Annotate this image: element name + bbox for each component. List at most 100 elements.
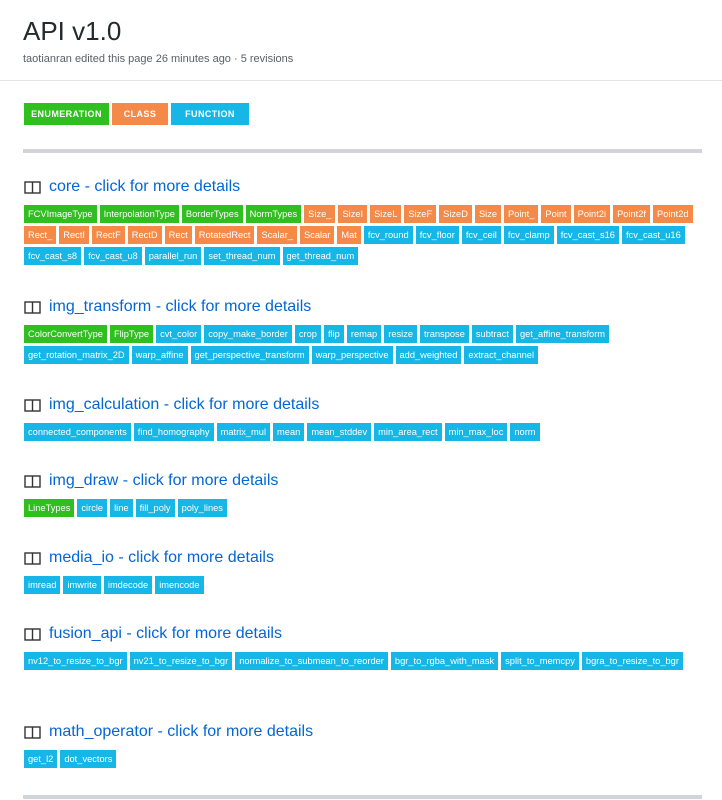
api-tag-func[interactable]: fcv_cast_u16 — [621, 226, 685, 244]
api-tag-func[interactable]: copy_make_border — [204, 325, 292, 343]
api-tag-func[interactable]: matrix_mul — [216, 423, 271, 441]
legend-function: FUNCTION — [171, 103, 249, 125]
section-link[interactable]: img_draw - click for more details — [49, 472, 278, 490]
book-icon — [24, 474, 41, 488]
legend: ENUMERATION CLASS FUNCTION — [24, 103, 249, 125]
api-tag-class[interactable]: Size_ — [304, 205, 336, 223]
api-tag-func[interactable]: subtract — [471, 325, 513, 343]
api-tag-func[interactable]: nv12_to_resize_to_bgr — [24, 652, 127, 670]
api-tag-class[interactable]: Point — [541, 205, 571, 223]
section-link[interactable]: math_operator - click for more details — [49, 723, 313, 741]
api-tag-func[interactable]: circle — [77, 499, 108, 517]
api-tag-func[interactable]: min_area_rect — [374, 423, 442, 441]
api-tag-func[interactable]: get_affine_transform — [515, 325, 610, 343]
section-img-draw: img_draw - click for more details LineTyp… — [24, 470, 704, 517]
api-tag-func[interactable]: poly_lines — [177, 499, 227, 517]
api-tag-class[interactable]: Point2d — [653, 205, 693, 223]
api-tag-list: ColorConvertType FlipType cvt_color copy_ma… — [24, 325, 704, 364]
api-tag-func[interactable]: norm — [510, 423, 540, 441]
api-tag-func[interactable]: resize — [384, 325, 418, 343]
api-tag-func[interactable]: bgr_to_rgba_with_mask — [390, 652, 499, 670]
section-media-io: media_io - click for more details imread i… — [24, 547, 704, 594]
api-tag-func[interactable]: cvt_color — [156, 325, 202, 343]
legend-enumeration: ENUMERATION — [24, 103, 109, 125]
api-tag-func[interactable]: get_l2 — [24, 750, 58, 768]
api-tag-func[interactable]: get_rotation_matrix_2D — [24, 346, 129, 364]
api-tag-enum[interactable]: BorderTypes — [181, 205, 243, 223]
section-header: fusion_api - click for more details — [24, 623, 704, 645]
api-tag-class[interactable]: RotatedRect — [194, 226, 255, 244]
api-tag-class[interactable]: Size — [474, 205, 502, 223]
api-tag-list: FCVImageType InterpolationType BorderTypes… — [24, 205, 704, 265]
api-tag-func[interactable]: mean_stddev — [307, 423, 372, 441]
api-tag-func[interactable]: min_max_loc — [444, 423, 508, 441]
api-tag-func[interactable]: transpose — [420, 325, 469, 343]
section-header: math_operator - click for more details — [24, 721, 704, 743]
api-tag-func[interactable]: imencode — [155, 576, 204, 594]
api-tag-func[interactable]: dot_vectors — [60, 750, 117, 768]
api-tag-func[interactable]: get_thread_num — [282, 247, 359, 265]
api-tag-func[interactable]: fcv_cast_s8 — [24, 247, 82, 265]
api-tag-func[interactable]: parallel_run — [144, 247, 202, 265]
api-tag-class[interactable]: Rect_ — [24, 226, 57, 244]
api-tag-func[interactable]: imread — [24, 576, 61, 594]
api-tag-enum[interactable]: FCVImageType — [24, 205, 97, 223]
api-tag-func[interactable]: set_thread_num — [204, 247, 280, 265]
section-fusion-api: fusion_api - click for more details nv12_… — [24, 623, 704, 670]
section-link[interactable]: img_calculation - click for more details — [49, 396, 319, 414]
api-tag-func[interactable]: imwrite — [63, 576, 101, 594]
api-tag-class[interactable]: SizeF — [404, 205, 437, 223]
api-tag-func[interactable]: warp_affine — [131, 346, 188, 364]
api-tag-enum[interactable]: FlipType — [109, 325, 154, 343]
api-tag-func[interactable]: remap — [346, 325, 382, 343]
api-tag-func[interactable]: fcv_floor — [415, 226, 459, 244]
api-tag-func[interactable]: mean — [273, 423, 305, 441]
api-tag-func[interactable]: connected_components — [24, 423, 131, 441]
api-tag-class[interactable]: Scalar — [299, 226, 335, 244]
api-tag-func[interactable]: add_weighted — [395, 346, 462, 364]
api-tag-class[interactable]: Point2i — [573, 205, 611, 223]
api-tag-class[interactable]: RectD — [127, 226, 162, 244]
api-tag-func[interactable]: fcv_clamp — [503, 226, 554, 244]
book-icon — [24, 180, 41, 194]
api-tag-func[interactable]: nv21_to_resize_to_bgr — [129, 652, 233, 670]
header-divider — [0, 80, 722, 81]
section-link[interactable]: core - click for more details — [49, 178, 240, 196]
section-link[interactable]: fusion_api - click for more details — [49, 625, 282, 643]
api-tag-class[interactable]: Point2f — [613, 205, 651, 223]
api-tag-func[interactable]: warp_perspective — [311, 346, 393, 364]
api-tag-func[interactable]: fill_poly — [135, 499, 175, 517]
api-tag-func[interactable]: crop — [294, 325, 321, 343]
api-tag-func[interactable]: find_homography — [133, 423, 214, 441]
api-tag-func[interactable]: get_perspective_transform — [190, 346, 309, 364]
api-tag-class[interactable]: RectF — [92, 226, 125, 244]
section-link[interactable]: media_io - click for more details — [49, 549, 274, 567]
api-tag-func[interactable]: normalize_to_submean_to_reorder — [235, 652, 388, 670]
api-tag-func[interactable]: fcv_ceil — [461, 226, 501, 244]
api-tag-class[interactable]: SizeL — [370, 205, 402, 223]
api-tag-func[interactable]: fcv_cast_u8 — [84, 247, 142, 265]
section-link[interactable]: img_transform - click for more details — [49, 298, 311, 316]
api-tag-class[interactable]: Scalar_ — [257, 226, 297, 244]
api-tag-enum[interactable]: ColorConvertType — [24, 325, 107, 343]
section-divider-bottom — [23, 795, 702, 799]
api-tag-class[interactable]: Rect — [164, 226, 192, 244]
api-tag-func[interactable]: extract_channel — [464, 346, 539, 364]
book-icon — [24, 398, 41, 412]
api-tag-func[interactable]: bgra_to_resize_to_bgr — [581, 652, 683, 670]
api-tag-enum[interactable]: LineTypes — [24, 499, 75, 517]
api-tag-func[interactable]: flip — [323, 325, 344, 343]
api-tag-enum[interactable]: NormTypes — [245, 205, 302, 223]
api-tag-func[interactable]: split_to_memcpy — [501, 652, 579, 670]
api-tag-class[interactable]: Point_ — [504, 205, 539, 223]
api-tag-func[interactable]: line — [110, 499, 133, 517]
api-tag-class[interactable]: RectI — [59, 226, 89, 244]
api-tag-class[interactable]: SizeD — [439, 205, 472, 223]
api-tag-func[interactable]: imdecode — [103, 576, 153, 594]
api-tag-enum[interactable]: InterpolationType — [99, 205, 179, 223]
api-tag-list: LineTypes circle line fill_poly poly_lines — [24, 499, 704, 517]
api-tag-func[interactable]: fcv_round — [363, 226, 413, 244]
api-tag-class[interactable]: SizeI — [338, 205, 368, 223]
api-tag-class[interactable]: Mat — [337, 226, 361, 244]
api-tag-func[interactable]: fcv_cast_s16 — [556, 226, 619, 244]
